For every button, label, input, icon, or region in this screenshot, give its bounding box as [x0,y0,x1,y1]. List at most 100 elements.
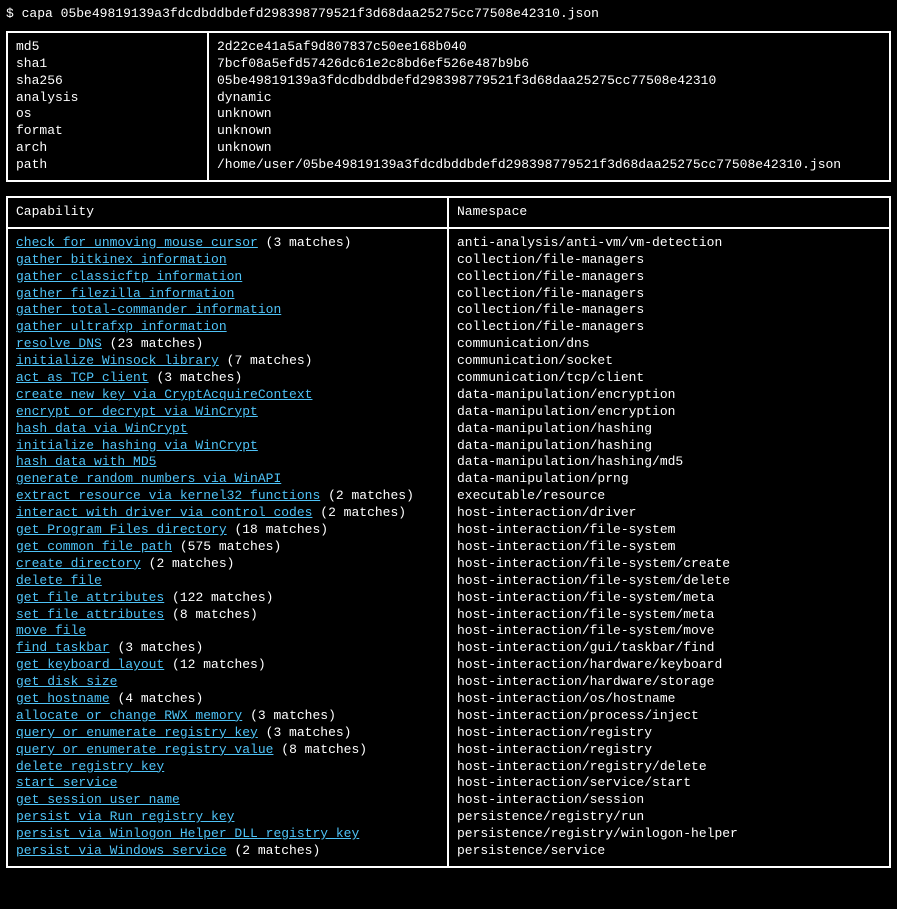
capability-namespace: data-manipulation/prng [448,471,889,488]
capability-namespace: data-manipulation/hashing [448,421,889,438]
capability-name[interactable]: act as TCP client [16,370,149,385]
capability-name[interactable]: interact with driver via control codes [16,505,312,520]
metadata-row: formatunknown [8,123,889,140]
capability-name[interactable]: query or enumerate registry value [16,742,273,757]
capability-cell: hash data via WinCrypt [8,421,448,438]
capability-name[interactable]: get file attributes [16,590,164,605]
capability-name[interactable]: gather bitkinex information [16,252,227,267]
capability-cell: gather ultrafxp information [8,319,448,336]
capability-name[interactable]: get common file path [16,539,172,554]
capability-cell: start service [8,775,448,792]
capability-cell: persist via Windows service (2 matches) [8,843,448,866]
capability-name[interactable]: gather filezilla information [16,286,234,301]
capability-name[interactable]: initialize hashing via WinCrypt [16,438,258,453]
capability-cell: hash data with MD5 [8,454,448,471]
capability-name[interactable]: get disk size [16,674,117,689]
capability-name[interactable]: get keyboard layout [16,657,164,672]
capability-row: start service host-interaction/service/st… [8,775,889,792]
metadata-row: archunknown [8,140,889,157]
capability-name[interactable]: delete registry key [16,759,164,774]
capability-name[interactable]: hash data via WinCrypt [16,421,188,436]
capability-name[interactable]: create new key via CryptAcquireContext [16,387,312,402]
capability-name[interactable]: move file [16,623,86,638]
capability-name[interactable]: gather ultrafxp information [16,319,227,334]
capability-cell: set file attributes (8 matches) [8,607,448,624]
capability-cell: query or enumerate registry value (8 mat… [8,742,448,759]
header-namespace: Namespace [448,198,889,228]
capability-name[interactable]: persist via Run registry key [16,809,234,824]
capability-cell: gather classicftp information [8,269,448,286]
capability-name[interactable]: get Program Files directory [16,522,227,537]
capability-cell: get disk size [8,674,448,691]
capability-namespace: communication/tcp/client [448,370,889,387]
capability-name[interactable]: gather total-commander information [16,302,281,317]
capability-row: get keyboard layout (12 matches)host-int… [8,657,889,674]
metadata-value: 2d22ce41a5af9d807837c50ee168b040 [208,33,889,56]
metadata-row: md52d22ce41a5af9d807837c50ee168b040 [8,33,889,56]
capability-cell: initialize hashing via WinCrypt [8,438,448,455]
header-capability: Capability [8,198,448,228]
capability-cell: move file [8,623,448,640]
capability-name[interactable]: create directory [16,556,141,571]
capability-cell: query or enumerate registry key (3 match… [8,725,448,742]
capability-name[interactable]: generate random numbers via WinAPI [16,471,281,486]
capability-row: create directory (2 matches)host-interac… [8,556,889,573]
capability-namespace: communication/dns [448,336,889,353]
capability-name[interactable]: resolve DNS [16,336,102,351]
metadata-row: sha25605be49819139a3fdcdbddbdefd29839877… [8,73,889,90]
capabilities-box: Capability Namespace check for unmoving … [6,196,891,868]
command-tool: capa [22,6,53,21]
capability-namespace: data-manipulation/hashing/md5 [448,454,889,471]
capability-cell: get keyboard layout (12 matches) [8,657,448,674]
capability-matches: (8 matches) [172,607,258,622]
capability-matches: (2 matches) [149,556,235,571]
capability-name[interactable]: get session user name [16,792,180,807]
capability-name[interactable]: get hostname [16,691,110,706]
capability-cell: get hostname (4 matches) [8,691,448,708]
capability-name[interactable]: persist via Windows service [16,843,227,858]
capability-namespace: persistence/registry/run [448,809,889,826]
capability-name[interactable]: delete file [16,573,102,588]
capability-row: hash data via WinCrypt data-manipulation/… [8,421,889,438]
capability-name[interactable]: check for unmoving mouse cursor [16,235,258,250]
capability-name[interactable]: find taskbar [16,640,110,655]
capability-namespace: host-interaction/service/start [448,775,889,792]
capability-name[interactable]: set file attributes [16,607,164,622]
prompt-symbol: $ [6,6,14,21]
capability-cell: get Program Files directory (18 matches) [8,522,448,539]
capability-namespace: host-interaction/hardware/keyboard [448,657,889,674]
capability-name[interactable]: gather classicftp information [16,269,242,284]
capability-namespace: host-interaction/registry [448,725,889,742]
capability-matches: (4 matches) [117,691,203,706]
capability-namespace: collection/file-managers [448,302,889,319]
capability-row: find taskbar (3 matches)host-interaction… [8,640,889,657]
capability-name[interactable]: persist via Winlogon Helper DLL registry… [16,826,359,841]
capability-namespace: collection/file-managers [448,286,889,303]
capability-name[interactable]: initialize Winsock library [16,353,219,368]
capability-name[interactable]: encrypt or decrypt via WinCrypt [16,404,258,419]
capability-matches: (3 matches) [266,235,352,250]
capability-row: allocate or change RWX memory (3 matches… [8,708,889,725]
metadata-value: unknown [208,140,889,157]
capability-matches: (2 matches) [320,505,406,520]
capability-row: resolve DNS (23 matches)communication/dn… [8,336,889,353]
capability-namespace: host-interaction/file-system/meta [448,590,889,607]
metadata-key: arch [8,140,208,157]
capability-name[interactable]: start service [16,775,117,790]
metadata-row: osunknown [8,106,889,123]
capability-cell: get session user name [8,792,448,809]
capability-cell: gather bitkinex information [8,252,448,269]
capability-namespace: persistence/registry/winlogon-helper [448,826,889,843]
capability-row: get hostname (4 matches)host-interaction… [8,691,889,708]
capability-namespace: host-interaction/os/hostname [448,691,889,708]
capability-name[interactable]: query or enumerate registry key [16,725,258,740]
capability-matches: (18 matches) [234,522,328,537]
capability-name[interactable]: allocate or change RWX memory [16,708,242,723]
capability-row: persist via Windows service (2 matches)p… [8,843,889,866]
capability-name[interactable]: hash data with MD5 [16,454,156,469]
capability-cell: delete registry key [8,759,448,776]
capability-row: gather classicftp informationcollection/… [8,269,889,286]
capability-namespace: collection/file-managers [448,319,889,336]
capability-name[interactable]: extract resource via kernel32 functions [16,488,320,503]
capability-cell: interact with driver via control codes (… [8,505,448,522]
